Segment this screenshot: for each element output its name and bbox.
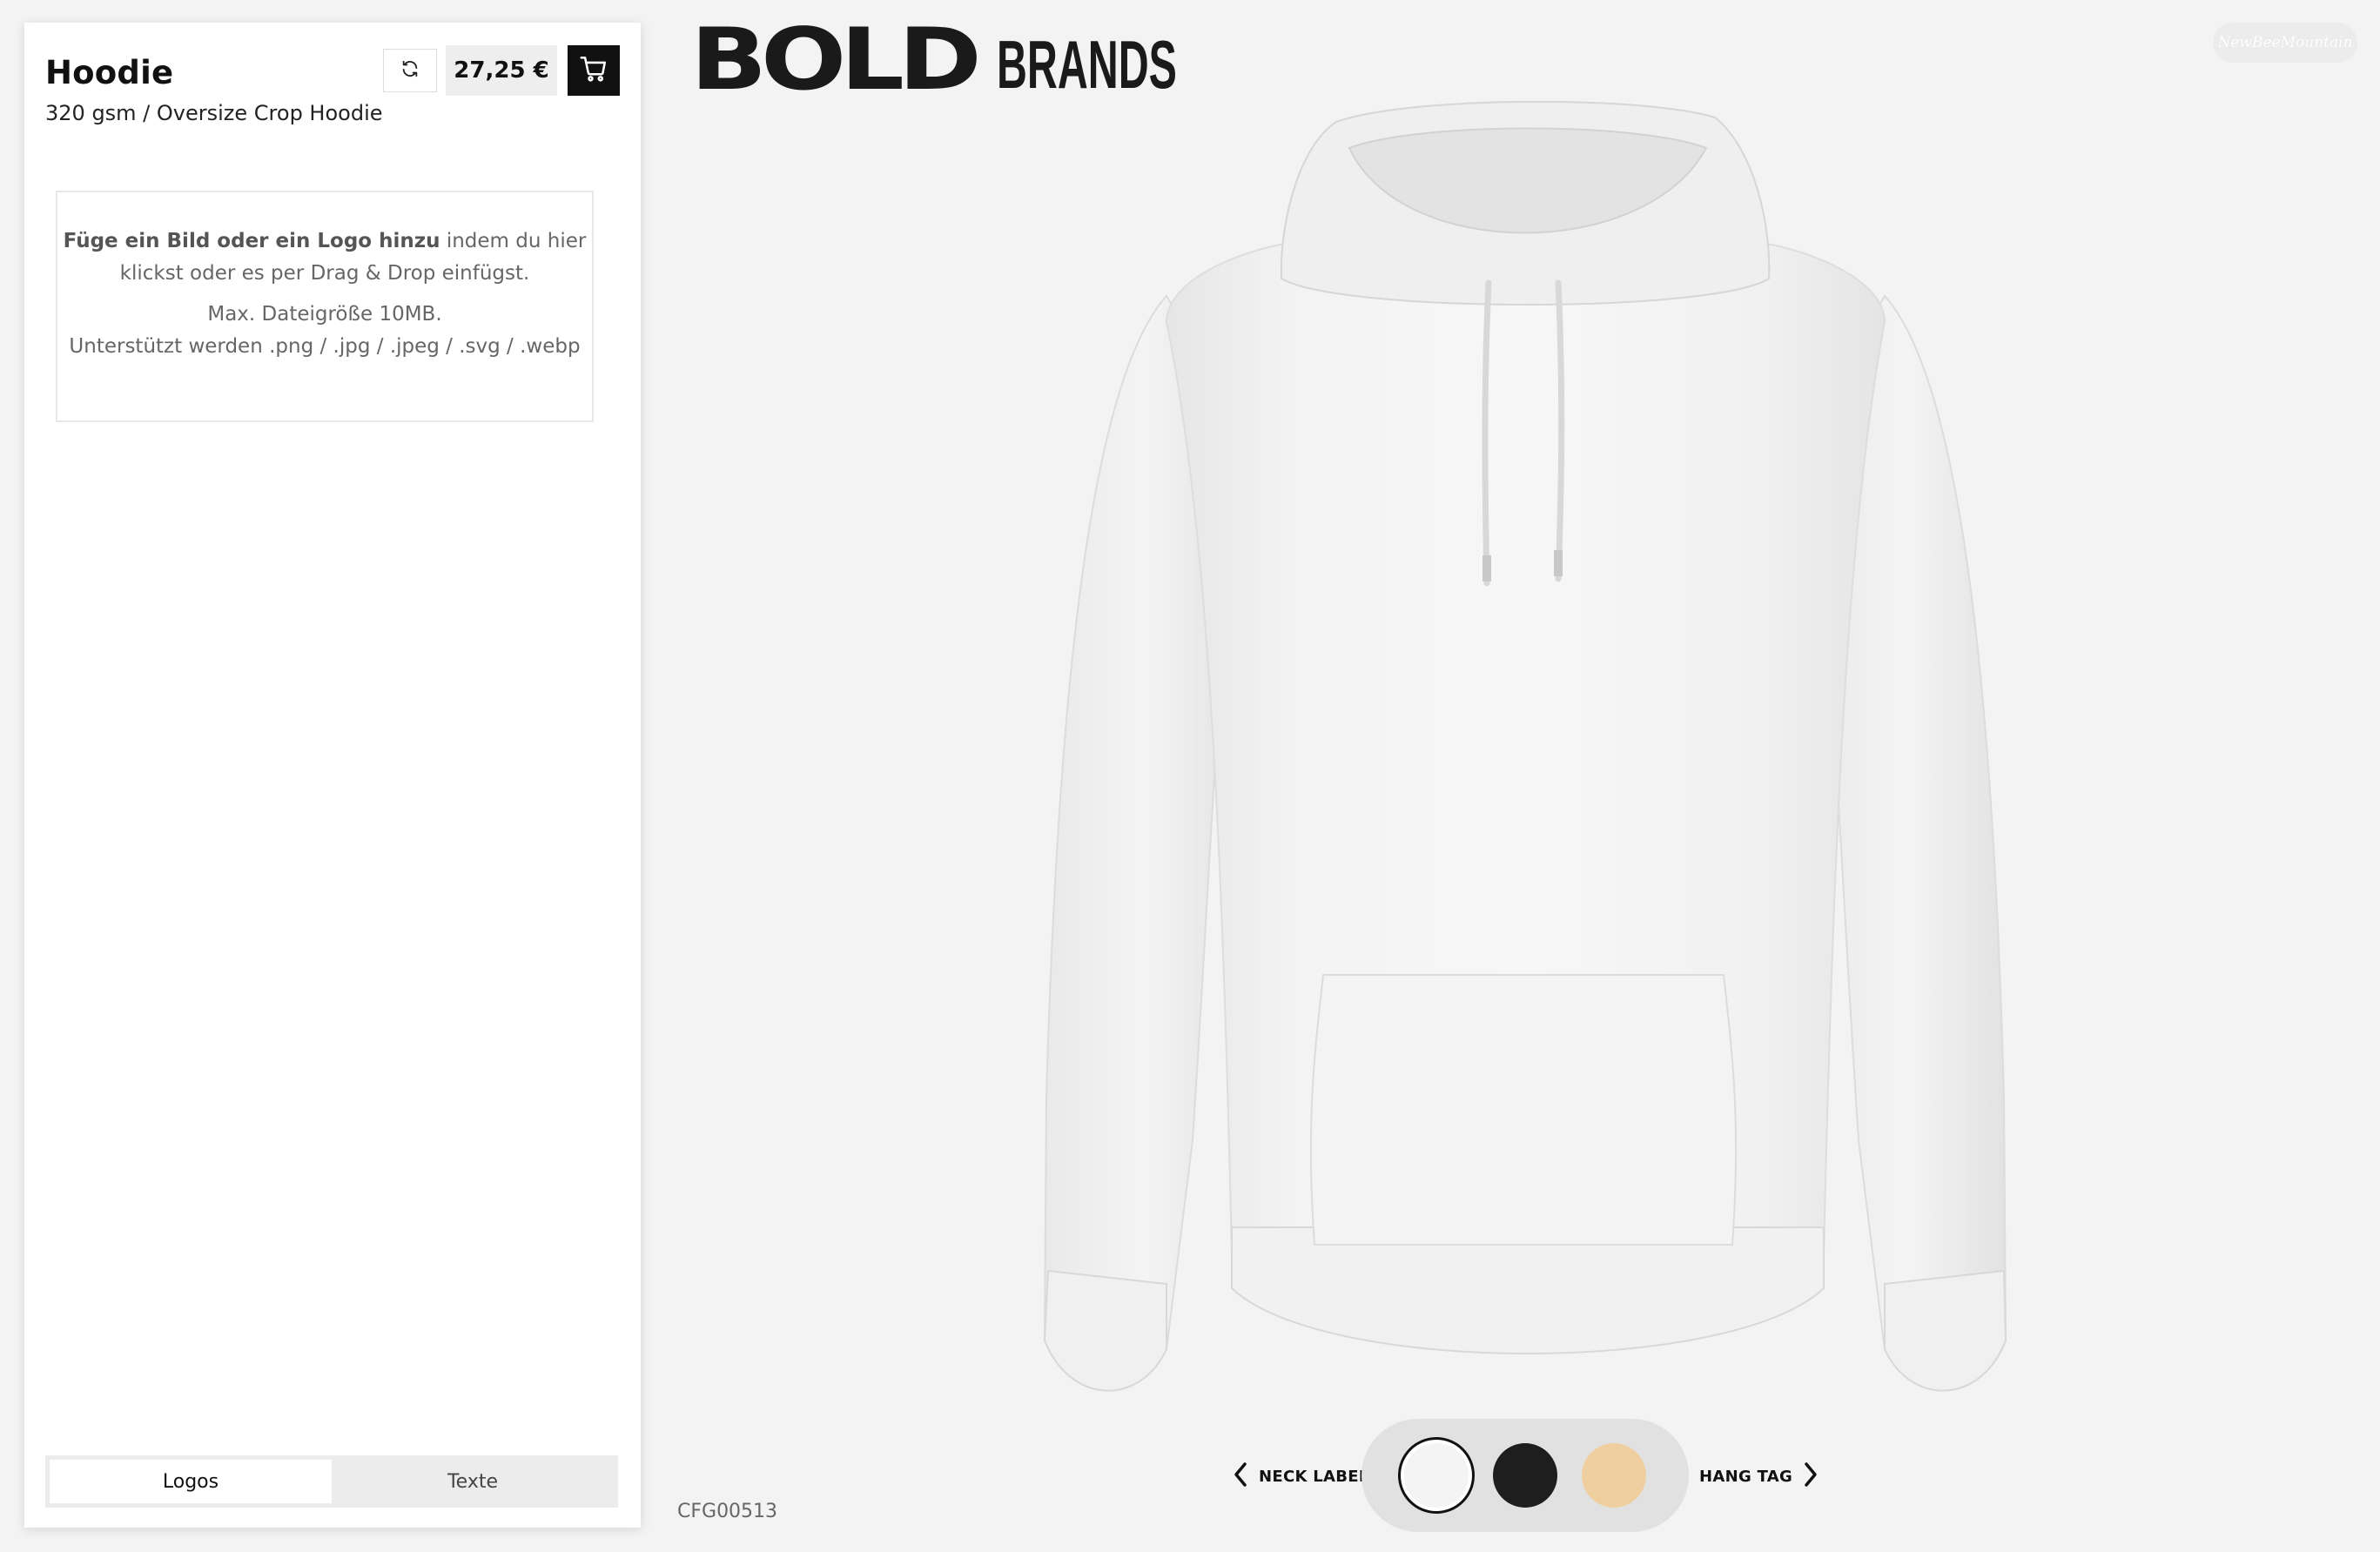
config-panel: Hoodie 320 gsm / Oversize Crop Hoodie 27… [24, 23, 641, 1528]
reset-button[interactable] [383, 49, 437, 92]
brand-logo: BOLD BRANDS [690, 10, 1287, 110]
brand-logo-brands: BRANDS [996, 26, 1177, 103]
panel-tabs: Logos Texte [45, 1455, 618, 1508]
refresh-icon [400, 59, 420, 82]
product-title: Hoodie [45, 54, 174, 91]
chevron-right-icon [1803, 1461, 1819, 1492]
upload-max-size: Max. Dateigröße 10MB. [207, 303, 442, 326]
chevron-left-icon [1233, 1461, 1248, 1492]
swatch-black[interactable] [1493, 1443, 1557, 1508]
color-swatches [1361, 1419, 1689, 1532]
price-display: 27,25 € [446, 45, 557, 96]
swatch-sand[interactable] [1582, 1443, 1646, 1508]
hang-tag-text: HANG TAG [1699, 1467, 1793, 1486]
upload-instruction-rest: indem du hier [440, 230, 587, 252]
cart-icon [579, 54, 608, 87]
upload-instruction-line2: klickst oder es per Drag & Drop einfügst… [119, 262, 530, 285]
brand-logo-bold: BOLD [690, 10, 982, 110]
upload-instruction-bold: Füge ein Bild oder ein Logo hinzu [63, 230, 440, 252]
tab-texte[interactable]: Texte [332, 1460, 614, 1503]
add-to-cart-button[interactable] [568, 45, 620, 96]
neck-label-button[interactable]: NECK LABEL [1233, 1459, 1369, 1494]
hoodie-preview[interactable] [1036, 96, 2020, 1419]
product-subtitle: 320 gsm / Oversize Crop Hoodie [45, 101, 383, 125]
upload-formats: Unterstützt werden .png / .jpg / .jpeg /… [69, 335, 581, 358]
hang-tag-button[interactable]: HANG TAG [1699, 1459, 1819, 1494]
upload-instruction: Füge ein Bild oder ein Logo hinzu indem … [57, 225, 592, 258]
swatch-white[interactable] [1404, 1443, 1469, 1508]
watermark-badge: NewBeeMountain [2213, 23, 2357, 63]
tab-logos[interactable]: Logos [50, 1460, 332, 1503]
config-id: CFG00513 [677, 1501, 778, 1522]
neck-label-text: NECK LABEL [1259, 1467, 1369, 1486]
image-upload-dropzone[interactable]: Füge ein Bild oder ein Logo hinzu indem … [56, 191, 594, 422]
